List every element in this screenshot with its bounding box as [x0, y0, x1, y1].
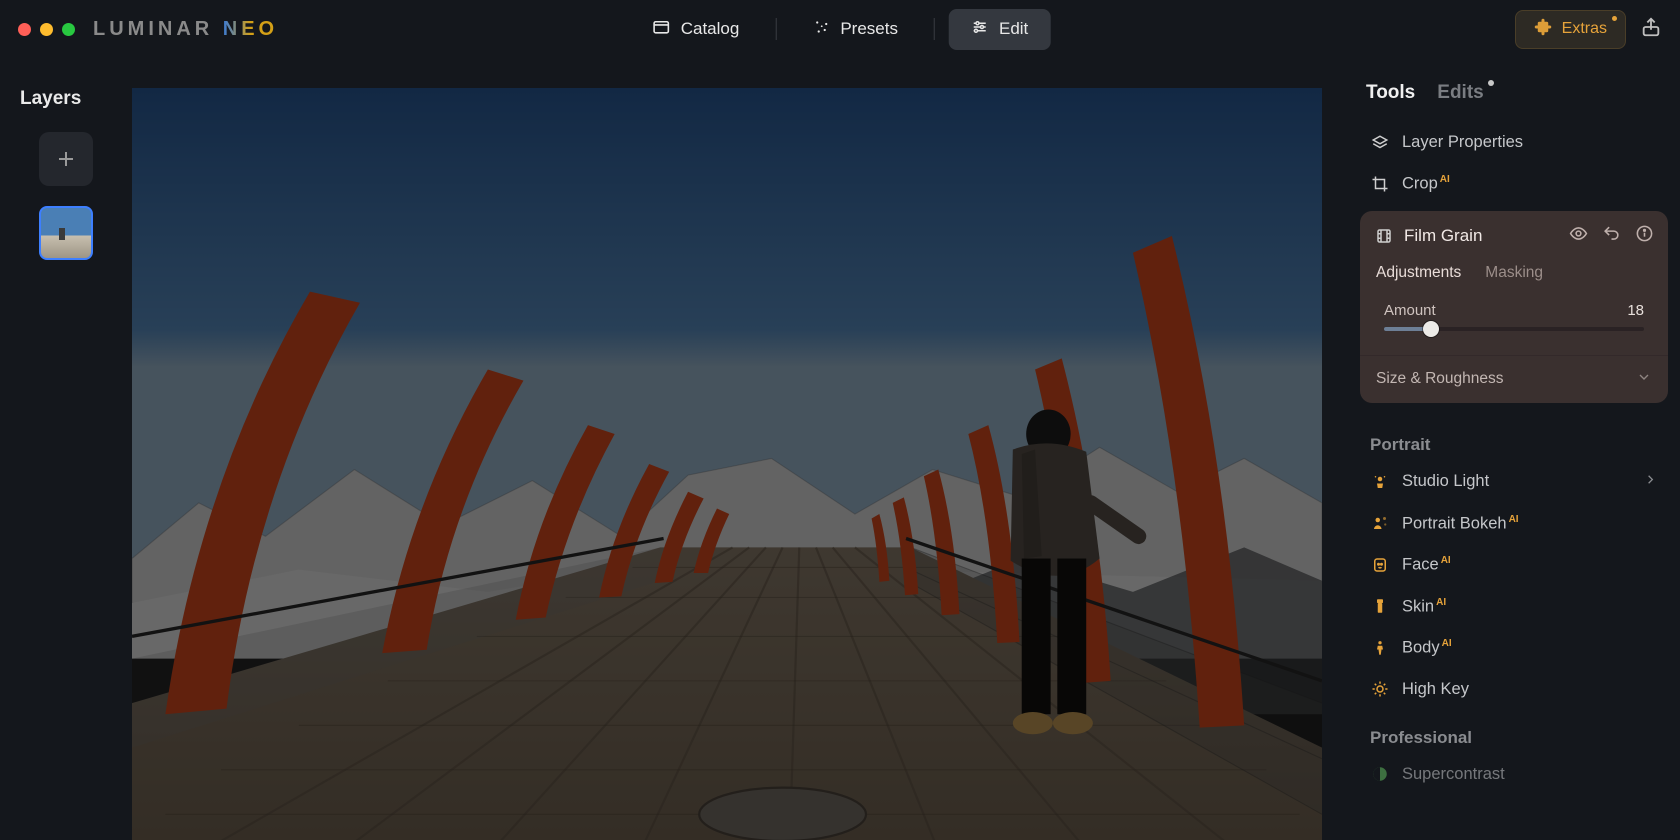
tab-presets-label: Presets: [840, 19, 898, 39]
share-icon[interactable]: [1640, 16, 1662, 43]
add-layer-button[interactable]: [39, 132, 93, 186]
crop-icon: [1370, 175, 1390, 193]
layers-icon: [1370, 134, 1390, 152]
film-grain-header[interactable]: Film Grain: [1360, 211, 1668, 258]
tab-edit-label: Edit: [999, 19, 1028, 39]
folder-icon: [652, 17, 671, 41]
skin-icon: [1370, 597, 1390, 615]
panel-tab-tools[interactable]: Tools: [1366, 82, 1415, 104]
layer-thumbnail[interactable]: [39, 206, 93, 260]
layers-title: Layers: [20, 88, 81, 110]
subtab-masking[interactable]: Masking: [1485, 264, 1543, 282]
supercontrast-icon: [1370, 765, 1390, 783]
chevron-right-icon: [1643, 472, 1658, 492]
tool-crop-label: CropAI: [1402, 174, 1450, 194]
undo-icon[interactable]: [1602, 224, 1621, 248]
tool-skin[interactable]: SkinAI: [1360, 586, 1668, 628]
section-portrait: Portrait: [1360, 417, 1668, 461]
info-icon[interactable]: [1635, 224, 1654, 248]
visibility-icon[interactable]: [1569, 224, 1588, 248]
layers-panel: Layers: [0, 58, 132, 840]
tool-portrait-bokeh[interactable]: Portrait BokehAI: [1360, 503, 1668, 545]
separator: [775, 18, 776, 40]
chevron-down-icon: [1636, 369, 1652, 390]
section-professional: Professional: [1360, 710, 1668, 754]
extras-button[interactable]: Extras: [1515, 10, 1626, 49]
panel-tab-edits-label: Edits: [1437, 82, 1483, 103]
film-grain-actions: [1569, 224, 1654, 248]
sparkle-icon: [812, 18, 830, 41]
size-roughness-toggle[interactable]: Size & Roughness: [1360, 355, 1668, 403]
film-grain-subtabs: Adjustments Masking: [1360, 258, 1668, 296]
main: Layers: [0, 58, 1680, 840]
amount-label: Amount: [1384, 302, 1436, 319]
right-panel: Tools Edits Layer Properties CropAI: [1348, 58, 1680, 840]
tool-studio-light[interactable]: Studio Light: [1360, 461, 1668, 503]
face-icon: [1370, 556, 1390, 574]
studio-light-icon: [1370, 473, 1390, 491]
film-icon: [1374, 227, 1394, 245]
image-canvas[interactable]: [132, 88, 1322, 840]
tool-studio-light-label: Studio Light: [1402, 472, 1489, 491]
notification-dot: [1612, 16, 1617, 21]
maximize-window-dot[interactable]: [62, 23, 75, 36]
window-controls: [18, 23, 75, 36]
high-key-icon: [1370, 680, 1390, 698]
tool-supercontrast[interactable]: Supercontrast: [1360, 754, 1668, 795]
amount-knob[interactable]: [1423, 321, 1439, 337]
tab-catalog-label: Catalog: [681, 19, 740, 39]
tool-body-label: BodyAI: [1402, 638, 1452, 658]
tool-high-key[interactable]: High Key: [1360, 669, 1668, 710]
tool-layer-properties-label: Layer Properties: [1402, 133, 1523, 152]
subtab-adjustments[interactable]: Adjustments: [1376, 264, 1461, 282]
body-icon: [1370, 639, 1390, 657]
mode-tabs: Catalog Presets Edit: [630, 8, 1051, 50]
tool-supercontrast-label: Supercontrast: [1402, 765, 1505, 784]
film-grain-title: Film Grain: [1404, 226, 1482, 246]
amount-value: 18: [1627, 302, 1644, 319]
tab-presets[interactable]: Presets: [790, 9, 920, 50]
tab-catalog[interactable]: Catalog: [630, 8, 762, 50]
tool-layer-properties[interactable]: Layer Properties: [1360, 122, 1668, 163]
tool-film-grain-panel: Film Grain Adjustments Masking: [1360, 211, 1668, 403]
app-logo: LUMINAR NEO: [93, 18, 278, 41]
tool-skin-label: SkinAI: [1402, 597, 1446, 617]
close-window-dot[interactable]: [18, 23, 31, 36]
tool-face-label: FaceAI: [1402, 555, 1451, 575]
topbar: LUMINAR NEO Catalog Presets Edit: [0, 0, 1680, 58]
tool-face[interactable]: FaceAI: [1360, 544, 1668, 586]
tool-portrait-bokeh-label: Portrait BokehAI: [1402, 514, 1519, 534]
separator: [934, 18, 935, 40]
panel-tab-edits[interactable]: Edits: [1437, 82, 1483, 104]
edits-indicator-dot: [1488, 80, 1494, 86]
top-right: Extras: [1515, 10, 1662, 49]
tool-body[interactable]: BodyAI: [1360, 627, 1668, 669]
amount-slider: Amount 18: [1360, 296, 1668, 355]
tab-edit[interactable]: Edit: [949, 9, 1050, 50]
bokeh-icon: [1370, 514, 1390, 532]
tool-high-key-label: High Key: [1402, 680, 1469, 699]
sliders-icon: [971, 18, 989, 41]
size-roughness-label: Size & Roughness: [1376, 370, 1504, 388]
extras-label: Extras: [1562, 20, 1607, 38]
panel-tabs: Tools Edits: [1360, 78, 1668, 122]
canvas-area: [132, 58, 1348, 840]
minimize-window-dot[interactable]: [40, 23, 53, 36]
amount-track[interactable]: [1384, 327, 1644, 331]
puzzle-icon: [1534, 18, 1552, 41]
tool-crop[interactable]: CropAI: [1360, 163, 1668, 205]
